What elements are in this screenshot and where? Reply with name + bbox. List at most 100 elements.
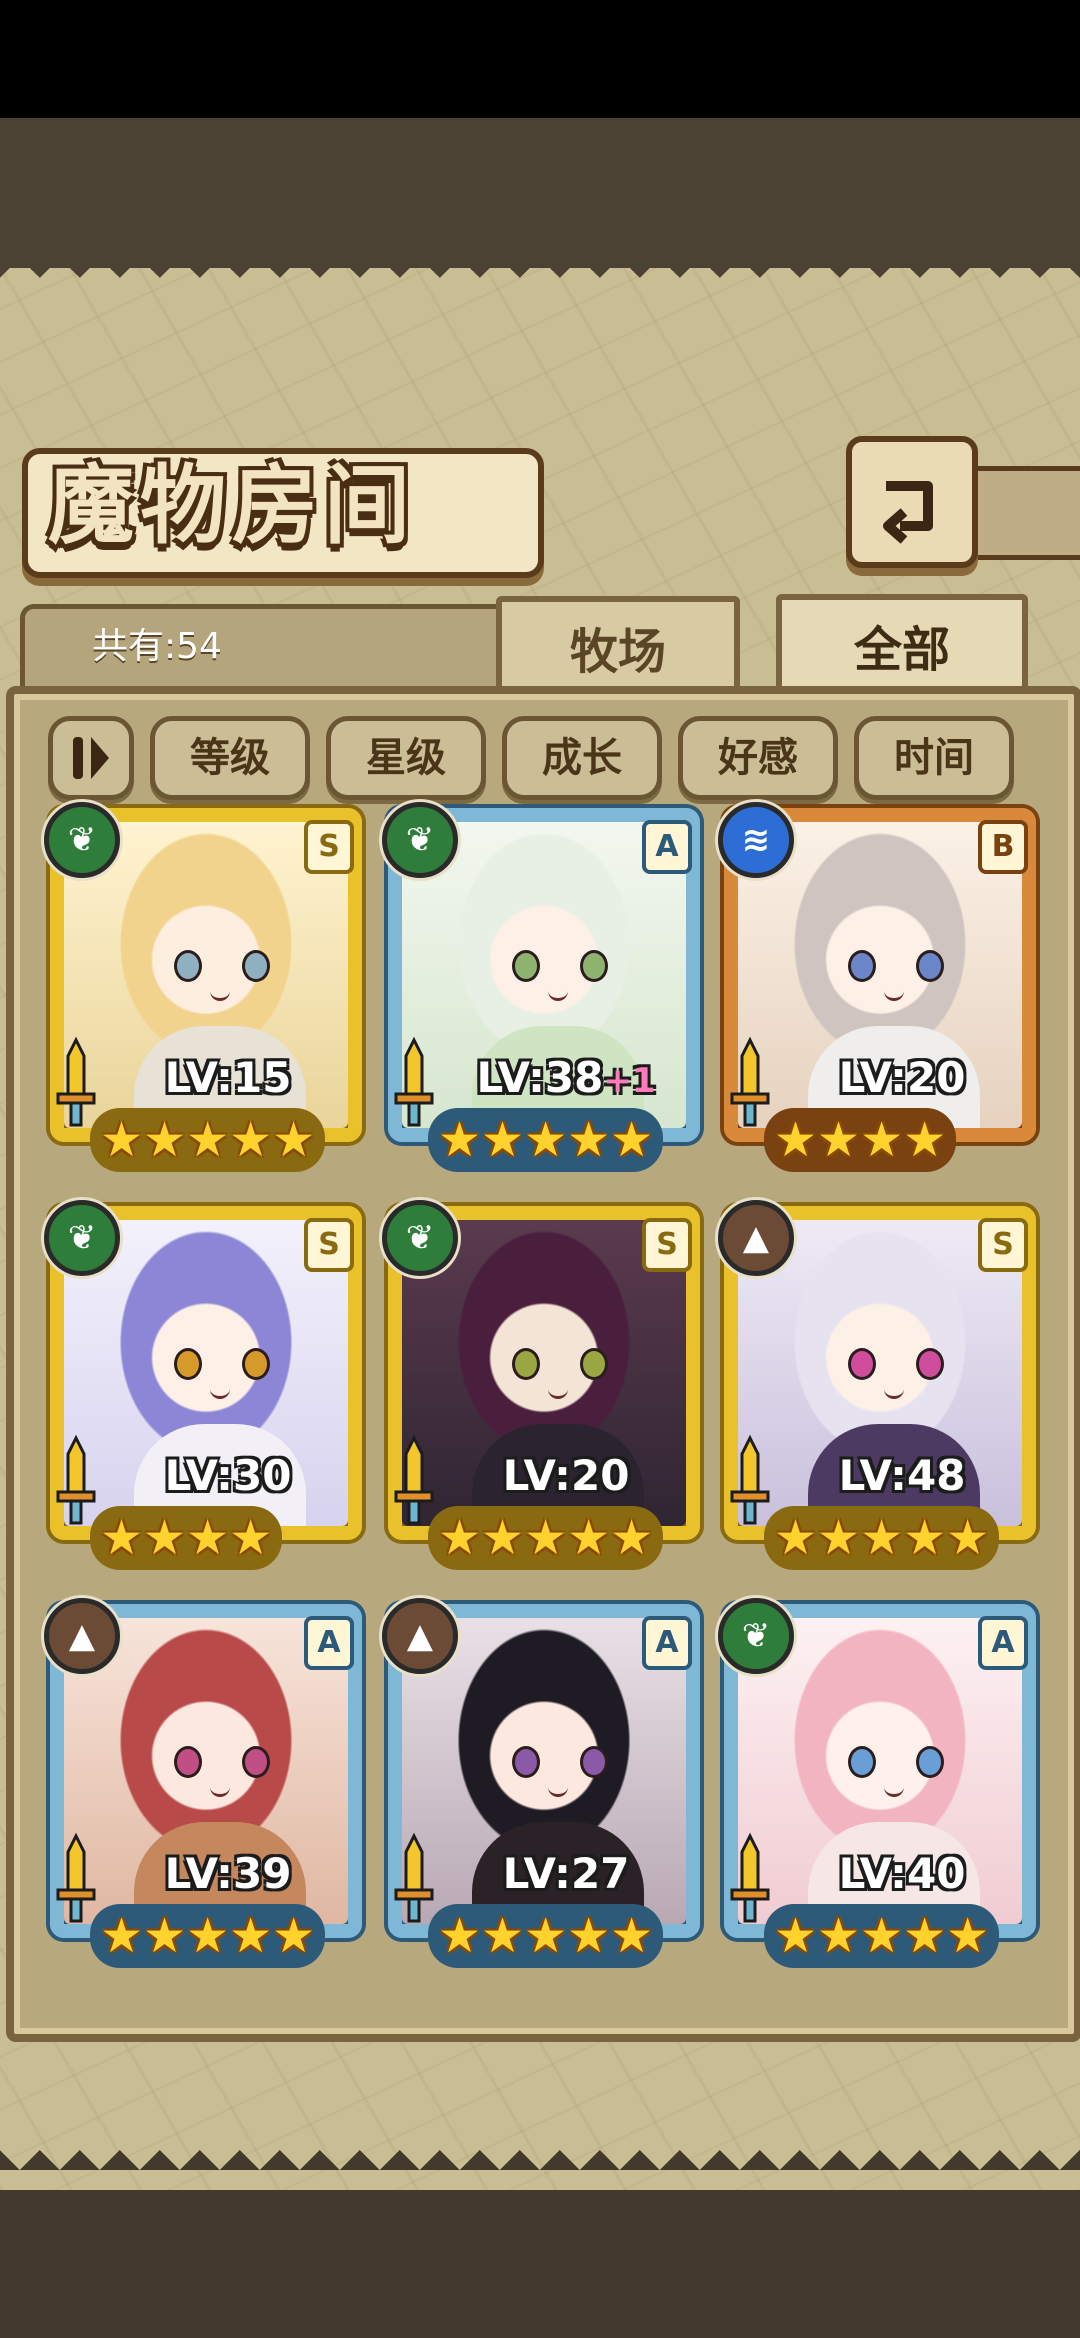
sort-by-growth-button[interactable]: 成长 (502, 716, 662, 800)
star-icon: ★ (481, 1510, 525, 1566)
star-icon: ★ (100, 1112, 144, 1168)
portrait-mouth (548, 1786, 568, 1797)
portrait-mouth (884, 1388, 904, 1399)
sword-icon (394, 1832, 434, 1923)
star-icon: ★ (817, 1908, 861, 1964)
monster-level: LV:40 (802, 1848, 1002, 1900)
background-band-bottom (0, 2190, 1080, 2338)
monster-card[interactable]: ❦ S LV:15 ★★★★★ (44, 802, 362, 1172)
star-icon: ★ (774, 1510, 818, 1566)
monster-card[interactable]: ▲ S LV:48 ★★★★★ (718, 1200, 1036, 1570)
portrait-eye (916, 950, 944, 982)
portrait-eye (580, 1348, 608, 1380)
star-icon: ★ (143, 1112, 187, 1168)
star-icon: ★ (524, 1112, 568, 1168)
level-text: LV:20 (838, 1053, 966, 1102)
rank-badge: A (304, 1616, 354, 1670)
level-text: LV:15 (164, 1053, 292, 1102)
sort-by-affection-button[interactable]: 好感 (678, 716, 838, 800)
tab-all-label: 全部 (853, 622, 950, 678)
portrait-mouth (884, 1786, 904, 1797)
star-icon: ★ (903, 1908, 947, 1964)
sort-by-stars-button[interactable]: 星级 (326, 716, 486, 800)
monster-level: LV:20 (466, 1450, 666, 1502)
leaf-element-icon: ❦ (718, 1598, 794, 1674)
level-text: LV:40 (838, 1849, 966, 1898)
portrait-eye (242, 1348, 270, 1380)
sort-by-level-button[interactable]: 等级 (150, 716, 310, 800)
star-icon: ★ (860, 1510, 904, 1566)
tab-farm-label: 牧场 (569, 624, 666, 680)
back-rail (966, 466, 1080, 560)
sword-icon (730, 1832, 770, 1923)
sword-icon (56, 1434, 96, 1525)
star-icon: ★ (567, 1510, 611, 1566)
portrait-eye (916, 1746, 944, 1778)
star-icon: ★ (610, 1908, 654, 1964)
star-rating: ★★★★★ (428, 1506, 664, 1570)
star-icon: ★ (903, 1510, 947, 1566)
star-icon: ★ (481, 1908, 525, 1964)
page-title: 魔物房间 (48, 456, 416, 556)
portrait-mouth (210, 990, 230, 1001)
monster-card[interactable]: ❦ A LV:40 ★★★★★ (718, 1598, 1036, 1968)
back-arrow-icon (883, 481, 933, 544)
star-icon: ★ (610, 1112, 654, 1168)
level-text: LV:48 (838, 1451, 966, 1500)
status-bar (0, 0, 1080, 118)
star-icon: ★ (946, 1908, 990, 1964)
monster-card[interactable]: ❦ S LV:20 ★★★★★ (382, 1200, 700, 1570)
torn-edge-bottom (0, 2150, 1080, 2190)
sort-by-time-button[interactable]: 时间 (854, 716, 1014, 800)
portrait-eye (848, 1348, 876, 1380)
monster-card[interactable]: ▲ A LV:27 ★★★★★ (382, 1598, 700, 1968)
sword-icon (730, 1036, 770, 1127)
star-icon: ★ (774, 1112, 818, 1168)
monster-card[interactable]: ≋ B LV:20 ★★★★ (718, 802, 1036, 1172)
star-icon: ★ (438, 1112, 482, 1168)
level-text: LV:38 (476, 1053, 604, 1102)
leaf-element-icon: ❦ (44, 1200, 120, 1276)
star-icon: ★ (524, 1908, 568, 1964)
star-icon: ★ (567, 1908, 611, 1964)
sort-toggle-icon (73, 737, 109, 779)
star-icon: ★ (272, 1112, 316, 1168)
portrait-eye (174, 1746, 202, 1778)
star-icon: ★ (903, 1112, 947, 1168)
portrait-mouth (548, 1388, 568, 1399)
monster-card[interactable]: ▲ A LV:39 ★★★★★ (44, 1598, 362, 1968)
rank-badge: S (978, 1218, 1028, 1272)
monster-card[interactable]: ❦ S LV:30 ★★★★ (44, 1200, 362, 1570)
star-icon: ★ (438, 1510, 482, 1566)
star-icon: ★ (186, 1908, 230, 1964)
monster-level: LV:48 (802, 1450, 1002, 1502)
level-bonus: +1 (603, 1061, 656, 1101)
earth-element-icon: ▲ (382, 1598, 458, 1674)
leaf-element-icon: ❦ (44, 802, 120, 878)
portrait-eye (512, 950, 540, 982)
star-icon: ★ (860, 1112, 904, 1168)
sort-order-toggle-button[interactable] (48, 716, 134, 800)
star-icon: ★ (774, 1908, 818, 1964)
portrait-eye (580, 950, 608, 982)
star-rating: ★★★★★ (90, 1904, 326, 1968)
monster-card[interactable]: ❦ A LV:38+1 ★★★★★ (382, 802, 700, 1172)
portrait-eye (580, 1746, 608, 1778)
tab-farm[interactable]: 牧场 (496, 596, 740, 698)
star-icon: ★ (229, 1112, 273, 1168)
sword-icon (730, 1434, 770, 1525)
portrait-eye (174, 1348, 202, 1380)
portrait-mouth (210, 1786, 230, 1797)
star-icon: ★ (186, 1510, 230, 1566)
star-icon: ★ (817, 1510, 861, 1566)
star-icon: ★ (100, 1510, 144, 1566)
back-button[interactable] (846, 436, 978, 568)
portrait-eye (242, 1746, 270, 1778)
portrait-eye (916, 1348, 944, 1380)
star-icon: ★ (143, 1908, 187, 1964)
monster-level: LV:15 (128, 1052, 328, 1104)
water-element-icon: ≋ (718, 802, 794, 878)
rank-badge: S (304, 820, 354, 874)
star-icon: ★ (817, 1112, 861, 1168)
sword-icon (56, 1036, 96, 1127)
